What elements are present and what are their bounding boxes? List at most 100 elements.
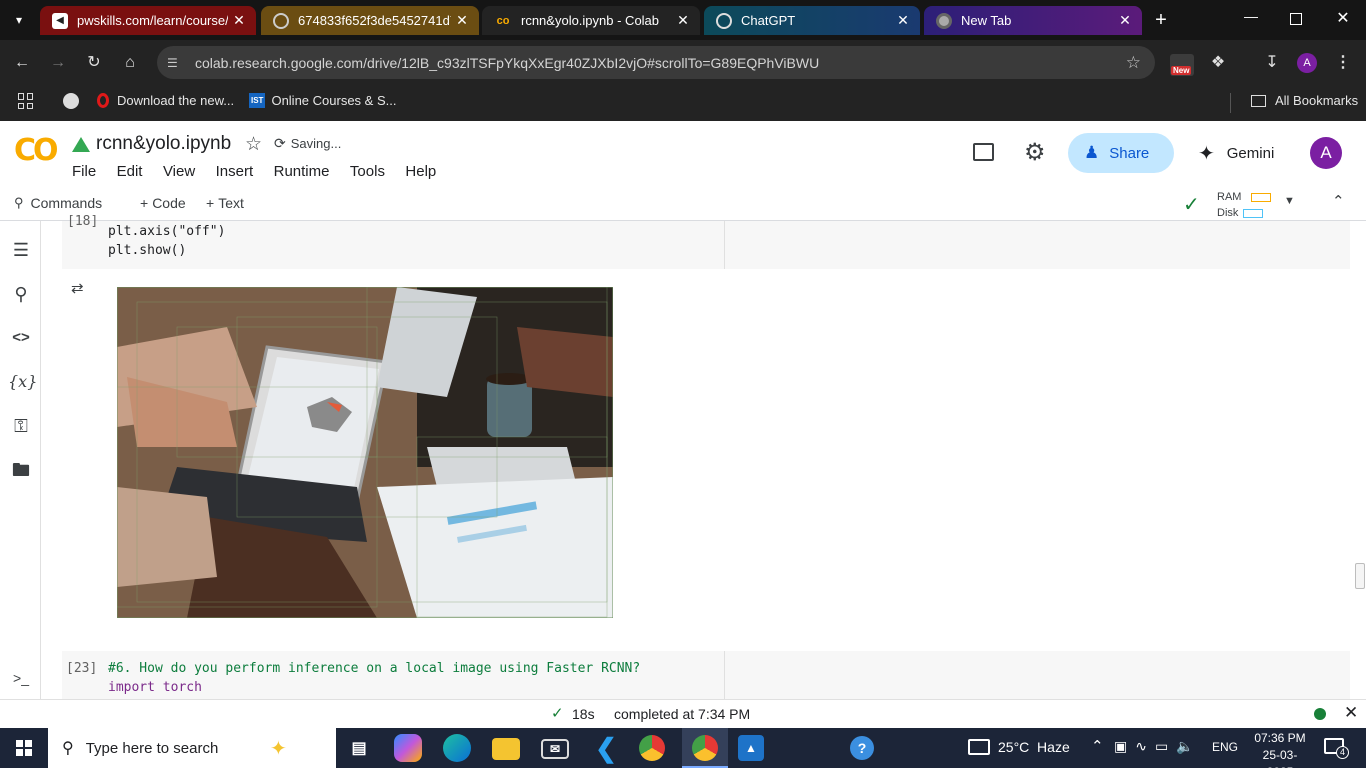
mail-icon[interactable]: ✉ xyxy=(541,739,569,759)
menu-edit[interactable]: Edit xyxy=(117,163,143,180)
settings-gear-icon[interactable]: ⚙ xyxy=(1024,138,1046,167)
execution-count: [23] xyxy=(66,661,98,676)
execution-status-bar: ✓ 18s completed at 7:34 PM ✕ xyxy=(0,699,1366,728)
close-tab-icon[interactable]: ✕ xyxy=(451,12,473,29)
code-snippets-icon[interactable]: <> xyxy=(8,325,34,351)
files-folder-icon[interactable]: 🖿 xyxy=(8,457,34,483)
chrome-favicon-icon xyxy=(936,12,952,29)
tab-file-id[interactable]: 674833f652f3de5452741d71 ✕ xyxy=(261,6,479,35)
vscode-icon[interactable]: ❮ xyxy=(590,732,622,764)
apps-grid-icon[interactable] xyxy=(18,93,34,109)
resources-indicator[interactable]: RAM Disk xyxy=(1217,189,1272,221)
extensions-puzzle-icon[interactable]: ❖ xyxy=(1207,52,1229,74)
close-tab-icon[interactable]: ✕ xyxy=(1114,12,1136,29)
menu-help[interactable]: Help xyxy=(405,163,436,180)
code-cell[interactable]: [23] #6. How do you perform inference on… xyxy=(62,651,1350,699)
close-window-icon[interactable]: ✕ xyxy=(1334,8,1352,30)
task-view-icon[interactable]: ▤ xyxy=(343,732,375,764)
edge-browser-icon[interactable] xyxy=(443,734,471,762)
comments-icon[interactable] xyxy=(973,143,994,161)
find-replace-icon[interactable]: ⚲ xyxy=(8,281,34,307)
add-text-label: Text xyxy=(218,195,244,211)
tab-search-button[interactable]: ▾ xyxy=(8,9,30,31)
account-avatar[interactable]: A xyxy=(1310,137,1342,169)
back-arrow-icon[interactable]: ← xyxy=(11,52,33,74)
gemini-button[interactable]: ✦ Gemini xyxy=(1198,141,1274,166)
site-info-icon[interactable]: ☰ xyxy=(167,56,187,70)
menu-runtime[interactable]: Runtime xyxy=(274,163,330,180)
minimize-window-icon[interactable]: — xyxy=(1242,8,1260,30)
windows-start-icon[interactable] xyxy=(16,740,32,756)
add-code-button[interactable]: + Code xyxy=(140,195,186,211)
scrollbar-thumb[interactable] xyxy=(1355,563,1365,589)
variables-icon[interactable]: {x} xyxy=(8,369,37,395)
collapse-header-icon[interactable]: ⌃ xyxy=(1332,192,1345,210)
bookmark-opera[interactable]: Download the new... xyxy=(97,93,234,108)
bookmark-star-icon[interactable]: ☆ xyxy=(1126,53,1141,73)
file-explorer-icon[interactable] xyxy=(492,738,520,760)
close-status-icon[interactable]: ✕ xyxy=(1344,703,1358,723)
tab-pwskills[interactable]: ◀ pwskills.com/learn/course/g ✕ xyxy=(40,6,256,35)
tab-new-tab[interactable]: New Tab ✕ xyxy=(924,6,1142,35)
language-indicator[interactable]: ENG xyxy=(1212,740,1238,754)
chrome-icon[interactable] xyxy=(639,735,665,761)
add-text-button[interactable]: + Text xyxy=(206,195,244,211)
menu-file[interactable]: File xyxy=(72,163,96,180)
star-icon[interactable]: ☆ xyxy=(245,133,262,156)
terminal-icon[interactable]: >_ xyxy=(8,665,34,691)
notifications-icon[interactable]: 4 xyxy=(1324,738,1349,759)
code-line: import torch xyxy=(108,680,202,695)
close-tab-icon[interactable]: ✕ xyxy=(672,12,694,29)
show-hidden-icons-chevron-icon[interactable]: ⌃ xyxy=(1091,737,1104,755)
restore-window-icon[interactable] xyxy=(1290,13,1302,25)
all-bookmarks-label: All Bookmarks xyxy=(1275,93,1359,108)
connected-check-icon[interactable]: ✓ xyxy=(1183,192,1200,217)
menu-tools[interactable]: Tools xyxy=(350,163,385,180)
colab-logo[interactable]: CO xyxy=(14,133,58,168)
output-toggle-icon[interactable]: ⇄ xyxy=(71,279,84,297)
volume-icon[interactable]: 🔈 xyxy=(1176,738,1193,755)
clock[interactable]: 07:36 PM 25-03-2025 xyxy=(1250,730,1310,781)
notebook-title[interactable]: rcnn&yolo.ipynb xyxy=(96,133,231,155)
reload-icon[interactable]: ↻ xyxy=(83,52,105,74)
menu-insert[interactable]: Insert xyxy=(216,163,254,180)
left-sidebar: ☰ ⚲ <> {x} ⚿ 🖿 >_ xyxy=(0,221,41,699)
secrets-key-icon[interactable]: ⚿ xyxy=(8,413,34,439)
copilot-icon[interactable] xyxy=(394,734,422,762)
extension-new-icon[interactable]: New xyxy=(1170,54,1194,76)
notification-count: 4 xyxy=(1336,746,1349,759)
network-monitor-icon[interactable]: ▣ xyxy=(1114,738,1127,755)
all-bookmarks[interactable]: All Bookmarks xyxy=(1251,93,1358,108)
address-bar[interactable]: ☰ colab.research.google.com/drive/12lB_c… xyxy=(157,46,1155,79)
commands-button[interactable]: ⚲ Commands xyxy=(14,195,102,211)
battery-icon[interactable]: ▭ xyxy=(1155,738,1168,755)
tab-chatgpt[interactable]: ChatGPT ✕ xyxy=(704,6,920,35)
code-line: plt.show() xyxy=(108,243,187,258)
profile-avatar[interactable]: A xyxy=(1297,53,1317,73)
home-icon[interactable]: ⌂ xyxy=(119,52,141,74)
drive-icon[interactable] xyxy=(72,137,90,152)
wifi-icon[interactable]: ∿ xyxy=(1135,738,1147,755)
close-tab-icon[interactable]: ✕ xyxy=(228,12,250,29)
close-tab-icon[interactable]: ✕ xyxy=(892,12,914,29)
tab-colab[interactable]: co rcnn&yolo.ipynb - Colab ✕ xyxy=(482,6,700,35)
bookmark-online-courses[interactable]: IST Online Courses & S... xyxy=(249,93,396,108)
weather-widget[interactable]: 25°C Haze xyxy=(968,739,1070,755)
forward-arrow-icon[interactable]: → xyxy=(47,52,69,74)
resources-dropdown-icon[interactable]: ▼ xyxy=(1284,195,1295,207)
share-button[interactable]: ♟ Share xyxy=(1068,133,1174,173)
taskbar-search-box[interactable]: ⚲ Type here to search ✦ xyxy=(48,728,336,768)
help-icon[interactable]: ? xyxy=(850,736,874,760)
plus-icon: + xyxy=(206,195,215,211)
chrome-active-app[interactable] xyxy=(682,728,728,768)
table-of-contents-icon[interactable]: ☰ xyxy=(8,237,34,263)
browser-menu-icon[interactable]: ⋮ xyxy=(1332,52,1354,74)
execution-count: [18] xyxy=(67,214,99,229)
wordpress-bookmark-icon[interactable] xyxy=(63,93,79,109)
code-cell[interactable]: [18] plt.axis("off") plt.show() xyxy=(62,214,1350,269)
menu-view[interactable]: View xyxy=(163,163,195,180)
new-tab-plus-icon[interactable]: + xyxy=(1150,8,1172,32)
photos-icon[interactable]: ▲ xyxy=(738,735,764,761)
downloads-icon[interactable]: ↧ xyxy=(1261,52,1283,74)
url-text: colab.research.google.com/drive/12lB_c93… xyxy=(195,54,820,71)
